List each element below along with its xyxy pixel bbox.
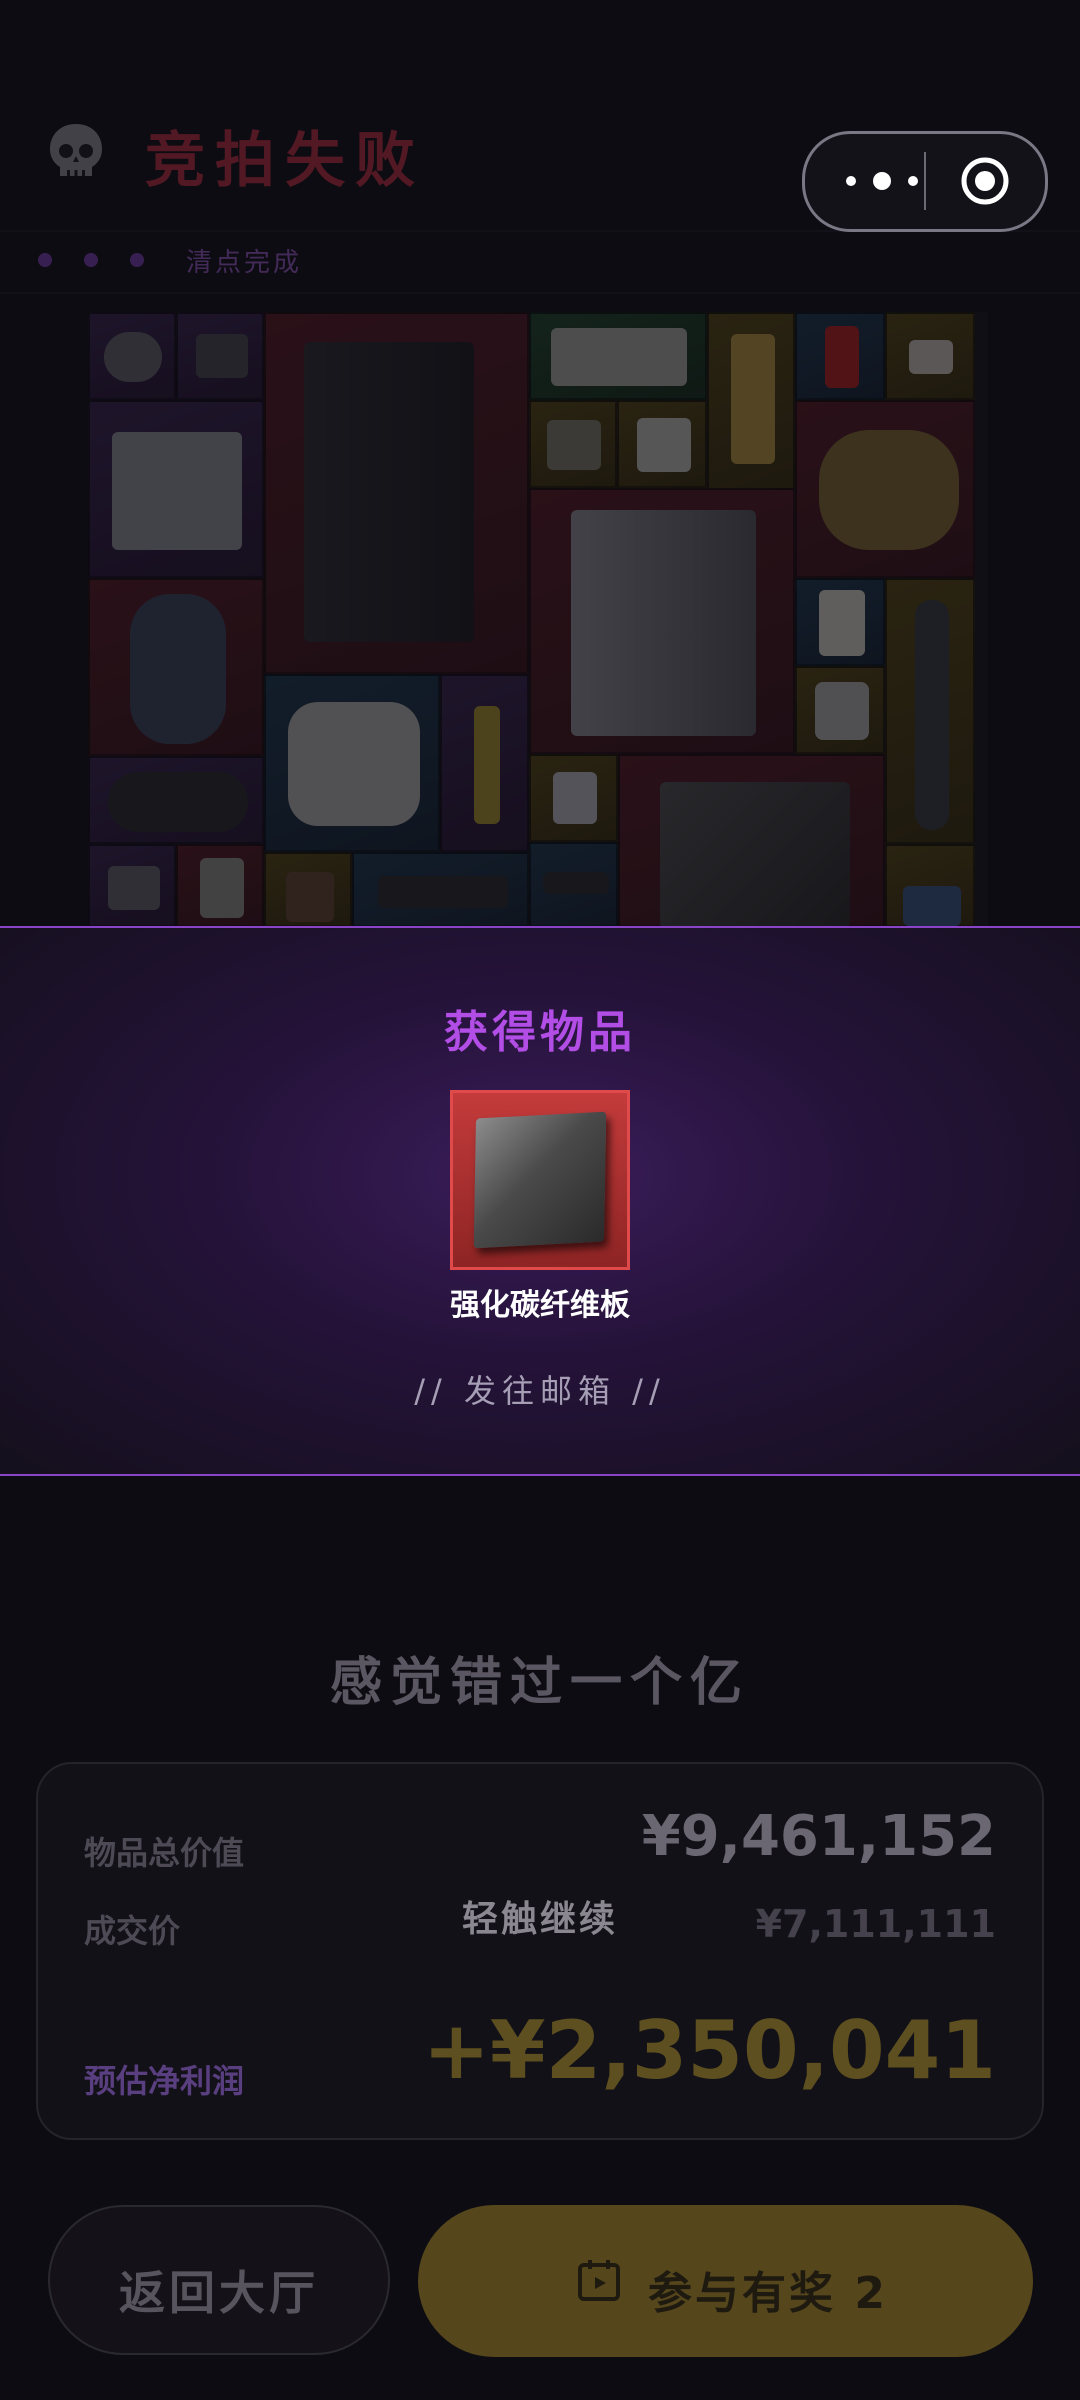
join-button-label: 参与有奖 2: [648, 2268, 888, 2319]
grid-cell: [529, 754, 618, 842]
capsule-divider: [924, 152, 926, 210]
divider: [0, 292, 1080, 294]
skull-icon: [50, 124, 102, 176]
grid-cell: [88, 400, 264, 578]
summary-panel: 物品总价值 ¥9,461,152 成交价 ¥7,111,111 预估净利润 +¥…: [36, 1762, 1044, 2140]
grid-cell: [885, 578, 975, 844]
grid-cell: [88, 578, 264, 756]
calendar-play-icon: [578, 2260, 620, 2301]
grid-cell: [795, 666, 885, 754]
back-to-lobby-button[interactable]: 返回大厅: [48, 2205, 390, 2355]
grid-cell: [618, 754, 885, 927]
progress-dot: [38, 253, 52, 267]
progress-dot: [84, 253, 98, 267]
modal-title: 获得物品: [444, 1007, 636, 1058]
grid-cell: [617, 400, 707, 488]
grid-cell: [885, 312, 975, 400]
back-button-label: 返回大厅: [119, 2266, 319, 2320]
grid-cell: [440, 674, 529, 852]
grid-cell: [707, 312, 795, 490]
grid-cell: [795, 312, 885, 400]
progress-indicator: 清点完成: [38, 245, 302, 278]
total-value-label: 物品总价值: [84, 1834, 245, 1872]
inventory-grid: [88, 312, 988, 927]
grid-cell: [88, 312, 176, 400]
mail-notice: // 发往邮箱 //: [414, 1372, 666, 1410]
grid-cell: [795, 578, 885, 666]
progress-dot: [130, 253, 144, 267]
tap-to-continue[interactable]: 轻触继续: [0, 1890, 1080, 1942]
grid-cell: [264, 312, 529, 674]
grid-cell: [529, 400, 617, 488]
grid-cell: [885, 844, 975, 927]
reward-item-tile[interactable]: [450, 1090, 630, 1270]
more-dots-icon[interactable]: [837, 166, 927, 196]
net-profit-value: +¥2,350,041: [422, 2004, 996, 2097]
grid-cell: [264, 674, 440, 852]
reward-modal: 获得物品 强化碳纤维板 // 发往邮箱 //: [0, 926, 1080, 1476]
grid-cell: [176, 312, 264, 400]
join-reward-button[interactable]: 参与有奖 2: [418, 2205, 1033, 2357]
page-title: 竞拍失败: [145, 126, 425, 196]
grid-cell: [529, 842, 618, 927]
result-headline: 感觉错过一个亿: [329, 1653, 750, 1713]
net-profit-label: 预估净利润: [84, 2062, 245, 2100]
total-value: ¥9,461,152: [641, 1804, 996, 1869]
target-circle-icon[interactable]: [960, 156, 1010, 206]
carbon-plate-icon: [473, 1111, 607, 1249]
grid-cell: [352, 852, 529, 927]
miniprogram-capsule[interactable]: [802, 131, 1048, 232]
reward-item-name: 强化碳纤维板: [450, 1288, 630, 1323]
grid-cell: [264, 852, 352, 927]
grid-cell: [529, 488, 795, 754]
progress-label: 清点完成: [186, 247, 303, 278]
grid-cell: [529, 312, 707, 400]
grid-cell: [88, 756, 264, 844]
grid-cell: [88, 844, 176, 927]
grid-cell: [795, 400, 975, 578]
grid-cell: [176, 844, 264, 927]
